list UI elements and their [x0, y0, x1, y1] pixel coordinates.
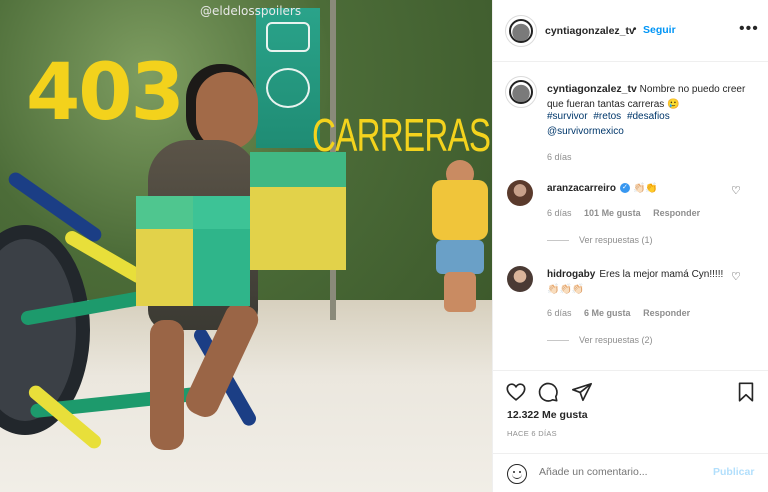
post-actions: 12.322 Me gusta HACE 6 DÍAS Publicar — [493, 370, 768, 492]
view-replies-label: Ver respuestas (1) — [579, 235, 653, 245]
reply-button[interactable]: Responder — [643, 308, 690, 318]
header-username[interactable]: cyntiagonzalez_tv — [545, 25, 635, 37]
hashtag-link[interactable]: #survivor — [547, 111, 588, 122]
like-count[interactable]: 12.322 Me gusta — [507, 409, 588, 421]
caption-hashtags: #survivor #retos #desafios @survivormexi… — [547, 110, 757, 139]
comment-like-icon[interactable]: ♡ — [731, 184, 741, 197]
view-replies-label: Ver respuestas (2) — [579, 335, 653, 345]
post-timestamp: HACE 6 DÍAS — [507, 429, 557, 438]
comment-likes[interactable]: 101 Me gusta — [584, 208, 641, 218]
comment-body: 👏🏻👏 — [632, 183, 658, 194]
overlay-number: 403 — [26, 48, 185, 138]
comment-meta: 6 días 6 Me gusta Responder — [547, 308, 700, 318]
caption-username[interactable]: cyntiagonzalez_tv — [547, 83, 637, 95]
comment-input[interactable] — [539, 466, 699, 478]
runner-head — [196, 72, 258, 150]
comment-meta: 6 días 101 Me gusta Responder — [547, 208, 710, 218]
mention-link[interactable]: @survivormexico — [547, 126, 624, 137]
post-photo[interactable]: @eldelosspoilers 403 CARRERAS — [0, 0, 492, 492]
overlay-word: CARRERAS — [312, 109, 491, 161]
avatar[interactable] — [505, 76, 537, 108]
comment-avatar[interactable] — [507, 266, 533, 292]
puzzle-box — [136, 196, 250, 306]
avatar[interactable] — [505, 15, 537, 47]
comment-username[interactable]: aranzacarreiro — [547, 183, 616, 194]
view-replies-button[interactable]: Ver respuestas (2) — [547, 335, 653, 345]
emoji-icon[interactable] — [507, 464, 527, 484]
separator-dot: • — [633, 24, 637, 35]
more-options-icon[interactable]: ••• — [739, 20, 759, 38]
banner-flag — [256, 8, 320, 148]
caption-time: 6 días — [547, 152, 572, 162]
hashtag-link[interactable]: #retos — [593, 111, 621, 122]
comment-time: 6 días — [547, 208, 572, 218]
banner-glyph — [266, 22, 310, 52]
comment-likes[interactable]: 6 Me gusta — [584, 308, 631, 318]
comment-text: hidrogaby Eres la mejor mamá Cyn!!!!! 👏🏻👏… — [547, 268, 727, 297]
photo-watermark: @eldelosspoilers — [200, 4, 302, 18]
verified-icon: ✓ — [619, 183, 630, 194]
background-person — [426, 160, 490, 312]
hashtag-link[interactable]: #desafios — [627, 111, 670, 122]
comment-bar: Publicar — [493, 453, 768, 492]
heart-icon[interactable] — [505, 381, 527, 403]
publish-button[interactable]: Publicar — [713, 466, 754, 478]
runner-leg — [150, 320, 184, 450]
view-replies-button[interactable]: Ver respuestas (1) — [547, 235, 653, 245]
post-header: cyntiagonzalez_tv • Seguir ••• — [493, 0, 768, 62]
share-icon[interactable] — [571, 381, 593, 403]
bookmark-icon[interactable] — [735, 381, 757, 403]
follow-button[interactable]: Seguir — [643, 24, 676, 36]
comment-like-icon[interactable]: ♡ — [731, 270, 741, 283]
reply-button[interactable]: Responder — [653, 208, 700, 218]
comment-text: aranzacarreiro ✓ 👏🏻👏 — [547, 182, 727, 197]
post-side-panel: cyntiagonzalez_tv • Seguir ••• cyntiagon… — [492, 0, 768, 492]
comment-time: 6 días — [547, 308, 572, 318]
comment-icon[interactable] — [537, 381, 559, 403]
puzzle-box — [250, 152, 346, 270]
banner-glyph — [266, 68, 310, 108]
comment-username[interactable]: hidrogaby — [547, 269, 595, 280]
caption-text: cyntiagonzalez_tv Nombre no puedo creer … — [547, 82, 757, 112]
comment-avatar[interactable] — [507, 180, 533, 206]
